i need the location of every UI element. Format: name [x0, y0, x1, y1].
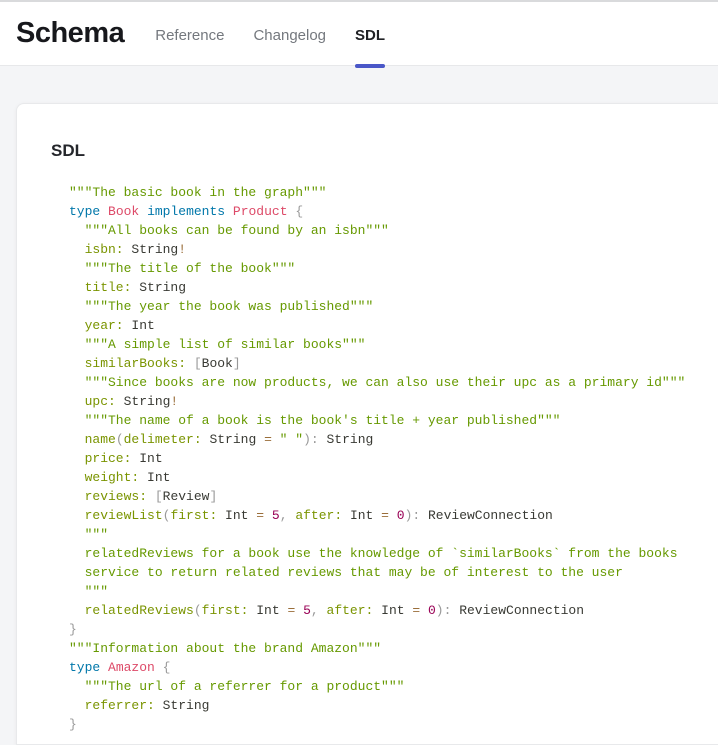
code-line: upc: String! — [69, 392, 718, 411]
sdl-card: SDL """The basic book in the graph"""typ… — [16, 103, 718, 745]
tab-sdl[interactable]: SDL — [355, 4, 385, 67]
code-line: """The title of the book""" — [69, 259, 718, 278]
page-title: Schema — [16, 17, 124, 50]
code-line: referrer: String — [69, 696, 718, 715]
code-line: """ — [69, 525, 718, 544]
tab-sdl-label: SDL — [355, 27, 385, 44]
code-line: isbn: String! — [69, 240, 718, 259]
tab-bar: Reference Changelog SDL — [155, 4, 385, 67]
code-line: relatedReviews for a book use the knowle… — [69, 544, 718, 563]
code-line: relatedReviews(first: Int = 5, after: In… — [69, 601, 718, 620]
code-line: reviews: [Review] — [69, 487, 718, 506]
sdl-code-block: """The basic book in the graph"""type Bo… — [69, 183, 718, 734]
tab-changelog[interactable]: Changelog — [253, 4, 326, 67]
code-line: } — [69, 620, 718, 639]
code-line: """The year the book was published""" — [69, 297, 718, 316]
code-line: weight: Int — [69, 468, 718, 487]
code-line: """A simple list of similar books""" — [69, 335, 718, 354]
code-line: """Since books are now products, we can … — [69, 373, 718, 392]
active-tab-underline — [355, 64, 385, 68]
page-header: Schema Reference Changelog SDL — [0, 2, 718, 66]
code-line: year: Int — [69, 316, 718, 335]
code-line: reviewList(first: Int = 5, after: Int = … — [69, 506, 718, 525]
code-line: service to return related reviews that m… — [69, 563, 718, 582]
code-line: """The basic book in the graph""" — [69, 183, 718, 202]
code-line: """The name of a book is the book's titl… — [69, 411, 718, 430]
code-line: price: Int — [69, 449, 718, 468]
sdl-heading: SDL — [51, 140, 718, 161]
code-line: """ — [69, 582, 718, 601]
code-line: } — [69, 715, 718, 734]
code-line: """Information about the brand Amazon""" — [69, 639, 718, 658]
code-line: similarBooks: [Book] — [69, 354, 718, 373]
code-line: type Book implements Product { — [69, 202, 718, 221]
code-line: """All books can be found by an isbn""" — [69, 221, 718, 240]
code-line: title: String — [69, 278, 718, 297]
code-line: name(delimeter: String = " "): String — [69, 430, 718, 449]
tab-reference[interactable]: Reference — [155, 4, 224, 67]
content-area: SDL """The basic book in the graph"""typ… — [0, 66, 718, 745]
code-line: """The url of a referrer for a product""… — [69, 677, 718, 696]
code-line: type Amazon { — [69, 658, 718, 677]
